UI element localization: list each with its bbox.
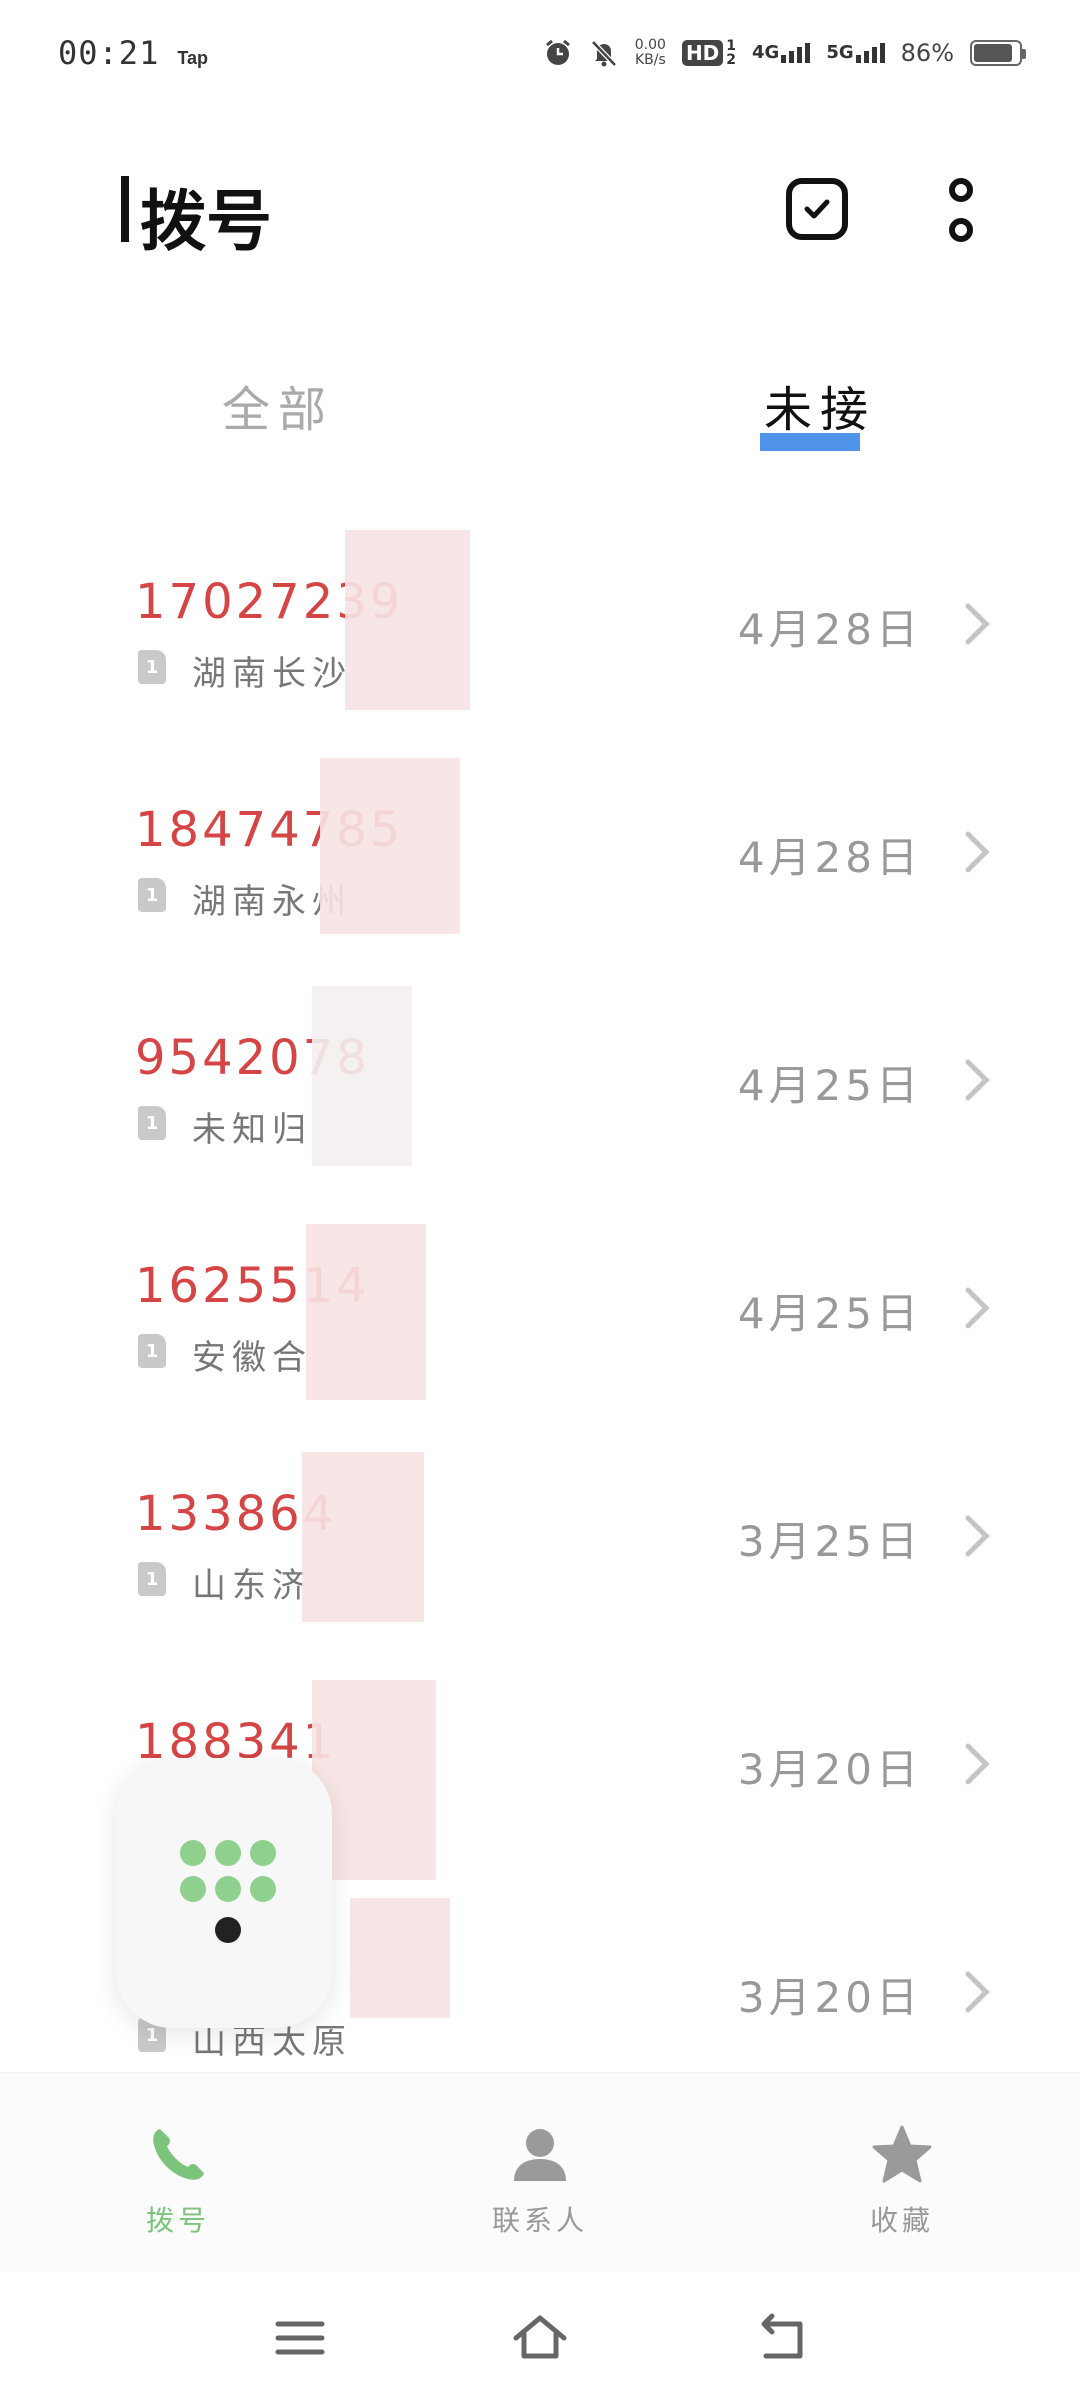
signal-bars-icon — [855, 43, 885, 63]
net-speed-value: 0.00 — [634, 36, 666, 53]
more-vertical-icon-dot — [949, 218, 973, 242]
status-time: 00:21 — [58, 33, 160, 72]
back-icon[interactable] — [752, 2312, 812, 2364]
call-date: 4月28日 — [737, 833, 922, 882]
system-nav-bar — [0, 2272, 1080, 2400]
redaction-mosaic — [312, 986, 412, 1166]
chevron-right-icon[interactable] — [962, 1514, 992, 1558]
call-row[interactable]: 1625514 1 安徽合 4月25日 — [0, 1214, 1080, 1442]
chevron-right-icon[interactable] — [962, 1970, 992, 2014]
call-row[interactable]: 9542078 1 未知归 4月25日 — [0, 986, 1080, 1214]
call-date: 4月25日 — [737, 1289, 922, 1338]
title-cursor — [121, 176, 129, 242]
chevron-right-icon[interactable] — [962, 1742, 992, 1786]
sim-card-icon: 1 — [138, 650, 166, 684]
signal-bars-icon — [781, 43, 811, 63]
chevron-right-icon[interactable] — [962, 1286, 992, 1330]
status-right: 0.00 KB/s HD 1 2 4G 5G 86% — [543, 36, 1026, 68]
star-icon — [872, 2125, 932, 2183]
sim-card-icon: 1 — [138, 1334, 166, 1368]
hd-indicator: HD 1 2 — [681, 39, 736, 67]
sim-card-icon: 1 — [138, 878, 166, 912]
more-options-button[interactable] — [946, 178, 976, 242]
call-date: 4月28日 — [737, 605, 922, 654]
dialpad-button[interactable] — [116, 1758, 332, 2028]
network-1-label: 4G — [752, 42, 780, 63]
call-row[interactable]: 18474785 1 湖南永州 4月28日 — [0, 758, 1080, 986]
nav-favorites-label: 收藏 — [869, 2204, 934, 2237]
menu-icon[interactable] — [270, 2312, 330, 2364]
nav-dial[interactable]: 拨号 — [98, 2123, 258, 2239]
redaction-mosaic — [320, 758, 460, 934]
status-bar: 00:21 Tap 0.00 KB/s HD 1 2 4G 5G 86% — [0, 0, 1080, 105]
phone-icon — [153, 2129, 204, 2180]
bell-muted-icon — [590, 39, 617, 67]
sim-card-icon: 1 — [138, 1106, 166, 1140]
battery-percent: 86% — [900, 38, 954, 67]
select-button[interactable] — [786, 178, 848, 240]
person-icon — [514, 2129, 566, 2181]
checkbox-icon — [804, 199, 830, 219]
sim-slots: 1 2 — [726, 39, 736, 67]
sim-bottom: 2 — [726, 51, 737, 68]
home-icon[interactable] — [510, 2312, 570, 2364]
carrier-tag: Tap — [177, 47, 208, 68]
tab-all[interactable]: 全部 — [222, 370, 334, 440]
battery-fill — [974, 43, 1012, 62]
nav-contacts-label: 联系人 — [491, 2204, 588, 2237]
call-location: 山东济 — [192, 1566, 312, 1606]
call-location: 湖南长沙 — [192, 654, 352, 694]
call-date: 4月25日 — [737, 1061, 922, 1110]
call-date: 3月25日 — [737, 1517, 922, 1566]
dialpad-icon — [180, 1840, 276, 1943]
chevron-right-icon[interactable] — [962, 602, 992, 646]
hd-label: HD — [681, 39, 724, 66]
dialer-screen: 00:21 Tap 0.00 KB/s HD 1 2 4G 5G 86% 拨号 … — [0, 0, 1080, 2400]
redaction-mosaic — [350, 1898, 450, 2018]
redaction-mosaic — [306, 1224, 426, 1400]
call-row[interactable]: 133864 1 山东济 3月25日 — [0, 1442, 1080, 1670]
network-2-label: 5G — [826, 42, 854, 63]
net-speed-unit: KB/s — [634, 51, 666, 68]
call-row[interactable]: 17027239 1 湖南长沙 4月28日 — [0, 530, 1080, 758]
network-1: 4G — [752, 42, 811, 63]
redaction-mosaic — [345, 530, 470, 710]
battery-icon — [970, 39, 1026, 66]
more-vertical-icon — [949, 178, 973, 202]
bottom-nav: 拨号 联系人 收藏 — [0, 2072, 1080, 2272]
sim-top: 1 — [726, 37, 737, 54]
call-location: 安徽合 — [192, 1338, 312, 1378]
page-title: 拨号 — [140, 183, 272, 260]
sim-card-icon: 1 — [138, 1562, 166, 1596]
chevron-right-icon[interactable] — [962, 1058, 992, 1102]
tab-indicator — [760, 433, 860, 451]
nav-favorites[interactable]: 收藏 — [822, 2123, 982, 2239]
status-left: 00:21 Tap — [58, 34, 208, 72]
chevron-right-icon[interactable] — [962, 830, 992, 874]
network-2: 5G — [826, 42, 885, 63]
nav-dial-label: 拨号 — [145, 2204, 210, 2237]
call-location: 未知归 — [192, 1110, 312, 1150]
redaction-mosaic — [302, 1452, 424, 1622]
call-date: 3月20日 — [737, 1973, 922, 2022]
net-speed: 0.00 KB/s — [634, 36, 666, 68]
nav-contacts[interactable]: 联系人 — [460, 2123, 620, 2239]
call-date: 3月20日 — [737, 1745, 922, 1794]
alarm-icon — [545, 39, 570, 65]
tab-missed[interactable]: 未接 — [764, 370, 876, 440]
